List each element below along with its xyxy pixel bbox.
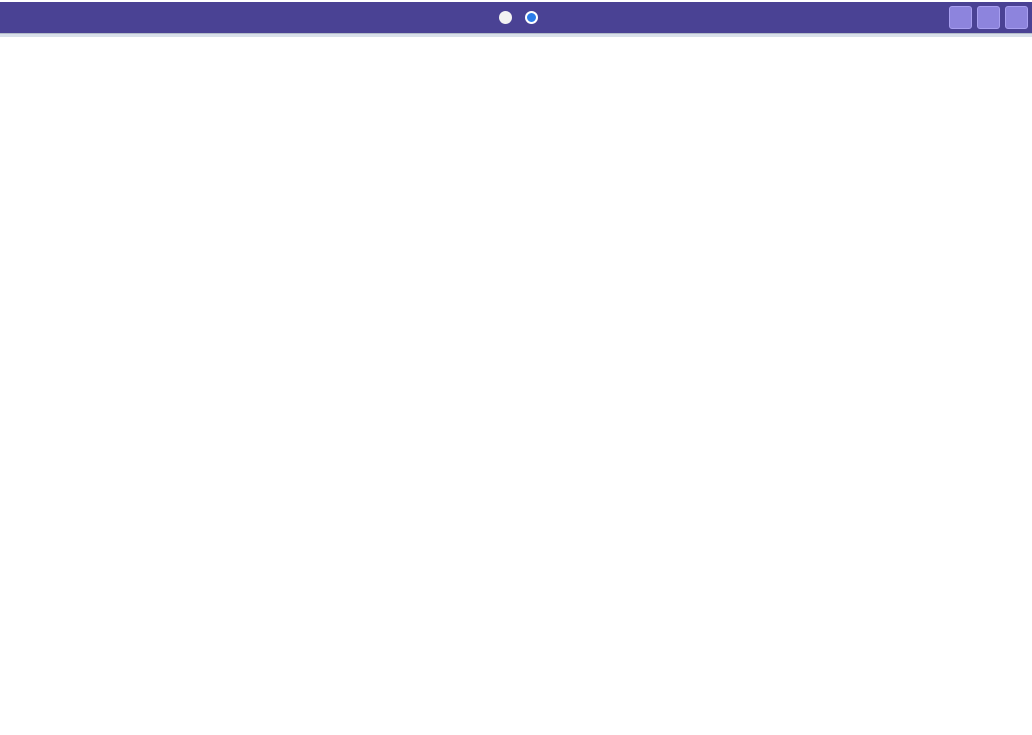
radio-selected-icon[interactable] bbox=[525, 11, 538, 24]
window-titlebar bbox=[0, 2, 1032, 33]
move-down-button[interactable] bbox=[977, 6, 1000, 29]
radio-unselected-icon[interactable] bbox=[499, 11, 512, 24]
layout-option-horizontal[interactable] bbox=[525, 11, 542, 24]
layout-option-vertical[interactable] bbox=[499, 11, 516, 24]
move-up-button[interactable] bbox=[949, 6, 972, 29]
bottom-edge bbox=[0, 33, 1032, 37]
close-button[interactable] bbox=[1005, 6, 1028, 29]
